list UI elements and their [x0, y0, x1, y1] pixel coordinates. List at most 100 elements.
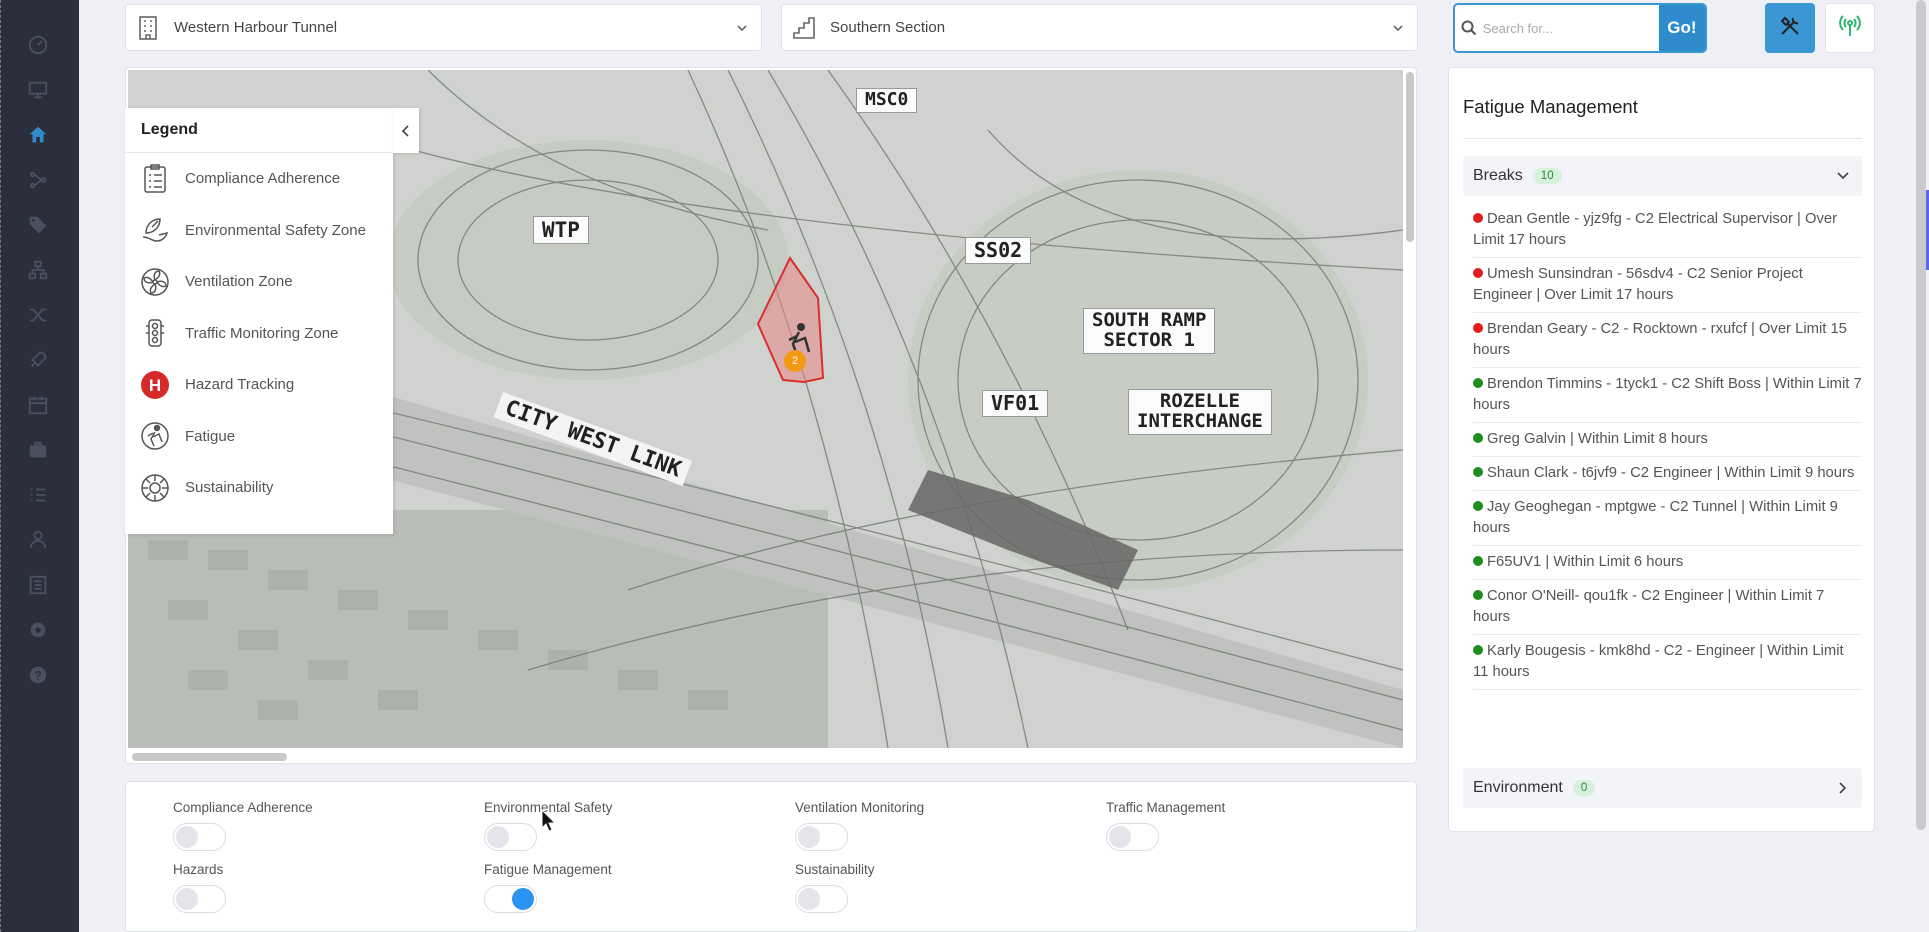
- legend-item-hazard: H Hazard Tracking: [125, 359, 393, 411]
- map-label-south-ramp: SOUTH RAMP SECTOR 1: [1083, 308, 1216, 354]
- legend-item-label: Compliance Adherence: [185, 170, 341, 188]
- marker-count-badge[interactable]: 2: [784, 350, 806, 372]
- break-item[interactable]: Brendon Timmins - 1tyck1 - C2 Shift Boss…: [1473, 368, 1862, 423]
- flow-icon[interactable]: [24, 166, 52, 194]
- status-dot: [1473, 378, 1483, 388]
- break-item[interactable]: Shaun Clark - t6jvf9 - C2 Engineer | Wit…: [1473, 457, 1862, 491]
- building-icon: [136, 15, 160, 41]
- break-item-text: Umesh Sunsindran - 56sdv4 - C2 Senior Pr…: [1473, 266, 1803, 303]
- map-label-rozelle: ROZELLE INTERCHANGE: [1128, 389, 1272, 435]
- break-item[interactable]: F65UV1 | Within Limit 6 hours: [1473, 546, 1862, 580]
- legend-item-label: Sustainability: [185, 479, 274, 497]
- sustainability-switch[interactable]: [795, 885, 848, 913]
- mouse-cursor-icon: [541, 808, 557, 838]
- toggle-label: Hazards: [173, 862, 224, 877]
- map-horizontal-scrollbar[interactable]: [132, 753, 287, 761]
- section-selector[interactable]: Southern Section: [781, 4, 1418, 51]
- legend-panel: Legend Compliance Adherence Environmenta…: [125, 108, 419, 534]
- layer-toggles-panel: Compliance Adherence Environmental Safet…: [125, 781, 1417, 932]
- hazard-icon: H: [139, 369, 171, 401]
- signal-button[interactable]: [1825, 3, 1875, 53]
- break-item[interactable]: Dean Gentle - yjz9fg - C2 Electrical Sup…: [1473, 203, 1862, 258]
- briefcase-icon[interactable]: [24, 436, 52, 464]
- breaks-list: Dean Gentle - yjz9fg - C2 Electrical Sup…: [1473, 203, 1862, 690]
- break-item[interactable]: Umesh Sunsindran - 56sdv4 - C2 Senior Pr…: [1473, 258, 1862, 313]
- status-dot: [1473, 467, 1483, 477]
- compliance-icon: [139, 163, 171, 195]
- toggle-label: Fatigue Management: [484, 862, 612, 877]
- toggle-compliance: Compliance Adherence: [173, 800, 313, 851]
- compliance-switch[interactable]: [173, 823, 226, 851]
- hammer-wrench-icon: [1778, 14, 1802, 43]
- go-button[interactable]: Go!: [1658, 5, 1705, 51]
- org-chart-icon[interactable]: [24, 256, 52, 284]
- legend-item-compliance: Compliance Adherence: [125, 153, 393, 205]
- settings-icon[interactable]: [24, 616, 52, 644]
- break-item[interactable]: Brendan Geary - C2 - Rocktown - rxufcf |…: [1473, 313, 1862, 368]
- monitor-icon[interactable]: [24, 76, 52, 104]
- break-item-text: Brendan Geary - C2 - Rocktown - rxufcf |…: [1473, 321, 1847, 358]
- search-input[interactable]: [1482, 5, 1659, 51]
- panel-title: Fatigue Management: [1463, 96, 1638, 117]
- break-item[interactable]: Karly Bougesis - kmk8hd - C2 - Engineer …: [1473, 635, 1862, 690]
- toggle-fatigue: Fatigue Management: [484, 862, 612, 913]
- environment-switch[interactable]: [484, 823, 537, 851]
- environment-icon: [139, 214, 171, 246]
- ventilation-switch[interactable]: [795, 823, 848, 851]
- help-icon[interactable]: ?: [24, 661, 52, 689]
- divider: [1463, 138, 1862, 139]
- status-dot: [1473, 268, 1483, 278]
- break-item-text: Conor O'Neill- qou1fk - C2 Engineer | Wi…: [1473, 588, 1825, 625]
- worker-icon[interactable]: [24, 526, 52, 554]
- break-item[interactable]: Greg Galvin | Within Limit 8 hours: [1473, 423, 1862, 457]
- map-label-vf01: VF01: [982, 390, 1049, 417]
- tools-button[interactable]: [1765, 3, 1815, 53]
- toggle-sustainability: Sustainability: [795, 862, 875, 913]
- search-icon: [1455, 5, 1483, 51]
- status-dot: [1473, 590, 1483, 600]
- breaks-count-badge: 10: [1532, 168, 1562, 184]
- south-ramp-line2: SECTOR 1: [1103, 328, 1195, 351]
- break-item-text: Karly Bougesis - kmk8hd - C2 - Engineer …: [1473, 643, 1844, 680]
- legend-item-label: Ventilation Zone: [185, 273, 293, 291]
- break-item-text: Jay Geoghegan - mptgwe - C2 Tunnel | Wit…: [1473, 499, 1838, 536]
- status-dot: [1473, 501, 1483, 511]
- chevron-left-icon: [401, 124, 409, 137]
- antenna-icon: [1838, 14, 1862, 43]
- tags-icon[interactable]: [24, 211, 52, 239]
- svg-text:?: ?: [34, 669, 41, 683]
- home-icon[interactable]: [24, 121, 52, 149]
- dashboard-icon[interactable]: [24, 31, 52, 59]
- chevron-down-icon: [1393, 25, 1403, 32]
- environment-section-header[interactable]: Environment 0: [1463, 768, 1862, 808]
- status-dot: [1473, 213, 1483, 223]
- map-label-ss02: SS02: [965, 237, 1032, 264]
- toggle-label: Traffic Management: [1106, 800, 1226, 815]
- break-item[interactable]: Jay Geoghegan - mptgwe - C2 Tunnel | Wit…: [1473, 491, 1862, 546]
- toggle-ventilation: Ventilation Monitoring: [795, 800, 924, 851]
- list-icon[interactable]: [24, 571, 52, 599]
- break-item[interactable]: Conor O'Neill- qou1fk - C2 Engineer | Wi…: [1473, 580, 1862, 635]
- rozelle-line2: INTERCHANGE: [1137, 409, 1263, 432]
- legend-item-ventilation: Ventilation Zone: [125, 256, 393, 308]
- fatigue-management-panel: Fatigue Management Breaks 10 Dean Gentle…: [1448, 67, 1875, 832]
- traffic-switch[interactable]: [1106, 823, 1159, 851]
- page-scrollbar[interactable]: [1916, 0, 1926, 830]
- map-vertical-scrollbar[interactable]: [1406, 72, 1414, 242]
- checklist-icon[interactable]: [24, 481, 52, 509]
- legend-collapse-button[interactable]: [393, 108, 419, 153]
- fatigue-switch[interactable]: [484, 885, 537, 913]
- project-selector[interactable]: Western Harbour Tunnel: [125, 4, 762, 51]
- legend-title: Legend: [125, 108, 393, 153]
- legend-item-label: Hazard Tracking: [185, 376, 295, 394]
- legend-item-traffic: Traffic Monitoring Zone: [125, 308, 393, 360]
- calendar-icon[interactable]: [24, 391, 52, 419]
- legend-item-sustainability: Sustainability: [125, 462, 393, 514]
- rocket-icon[interactable]: [24, 346, 52, 374]
- legend-item-label: Traffic Monitoring Zone: [185, 324, 339, 342]
- hazards-switch[interactable]: [173, 885, 226, 913]
- south-ramp-line1: SOUTH RAMP: [1092, 309, 1207, 331]
- fatigue-icon: [139, 420, 171, 452]
- shuffle-icon[interactable]: [24, 301, 52, 329]
- breaks-section-header[interactable]: Breaks 10: [1463, 156, 1862, 196]
